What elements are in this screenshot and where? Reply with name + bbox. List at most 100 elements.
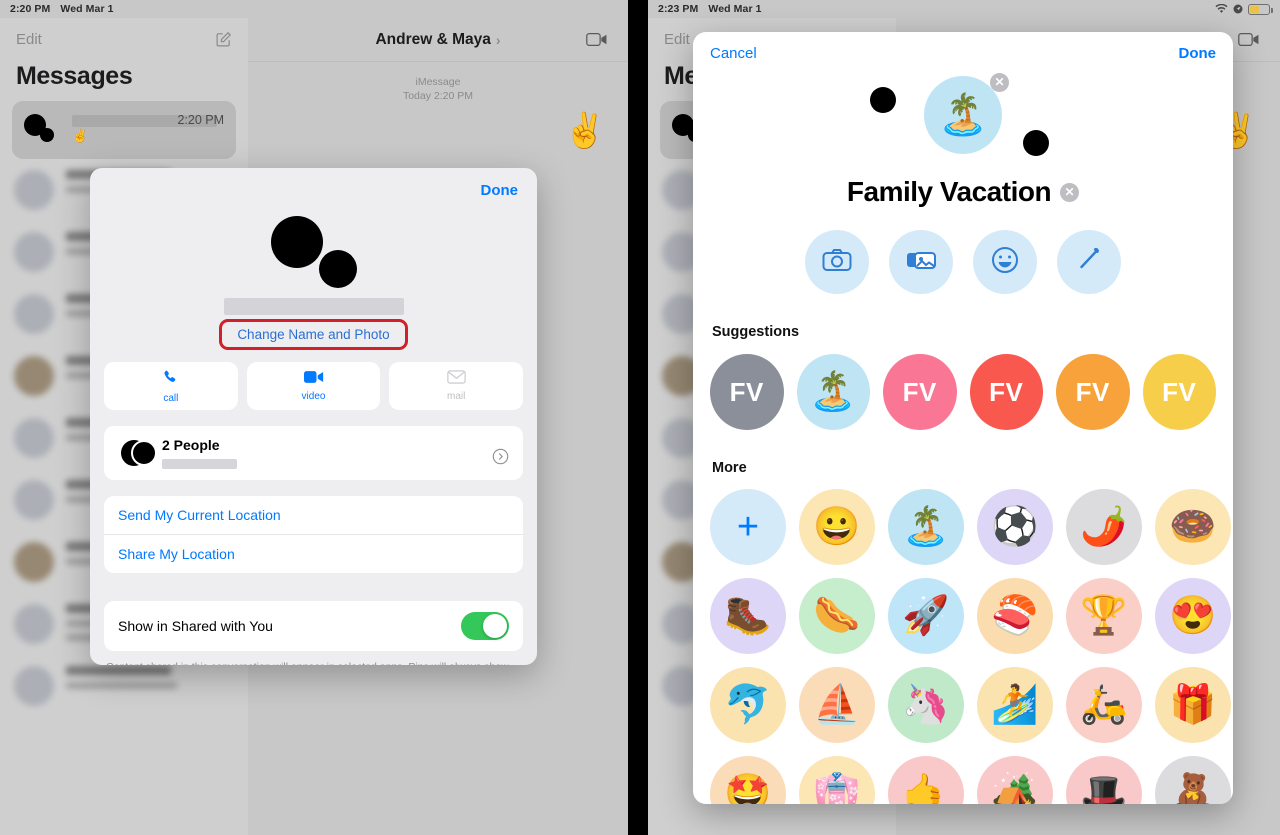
suggestion-2[interactable]: FV	[883, 354, 957, 430]
member-avatar-left	[870, 87, 896, 113]
group-photo-area: 🏝️ ✕	[693, 73, 1233, 166]
battery-icon	[1248, 3, 1273, 15]
group-photo[interactable]: 🏝️	[924, 76, 1002, 154]
shared-with-you-label: Show in Shared with You	[118, 618, 273, 634]
suggestion-5[interactable]: FV	[1142, 354, 1216, 430]
desert-island-emoji[interactable]: 🏝️	[888, 489, 964, 565]
facetime-icon[interactable]	[586, 32, 608, 47]
sushi-emoji[interactable]: 🍣	[977, 578, 1053, 654]
soccer-ball-emoji[interactable]: ⚽	[977, 489, 1053, 565]
ipad-screenshot-left: 2:20 PM Wed Mar 1 Edit Messages ✌️ 2:20 …	[0, 0, 628, 835]
status-date: Wed Mar 1	[60, 3, 114, 15]
group-details-sheet: Done Change Name and Photo call video ma…	[90, 168, 537, 665]
emoji-button[interactable]	[973, 230, 1037, 294]
video-icon	[303, 370, 324, 389]
preview-emoji: ✌️	[72, 128, 89, 143]
suggestion-0[interactable]: FV	[710, 354, 784, 430]
suggestion-1[interactable]: 🏝️	[796, 354, 870, 430]
page-title: Messages	[16, 62, 133, 90]
share-my-location-row[interactable]: Share My Location	[104, 534, 523, 573]
emoji-icon	[991, 246, 1019, 279]
footnote-text: Content shared in this conversation will…	[106, 661, 511, 665]
pencil-icon	[1075, 246, 1103, 279]
phone-icon	[162, 369, 179, 391]
kimono-emoji[interactable]: 👘	[799, 756, 875, 804]
envelope-icon	[446, 370, 466, 389]
camping-emoji[interactable]: 🏕️	[977, 756, 1053, 804]
camera-button[interactable]	[805, 230, 869, 294]
shared-with-you-row[interactable]: Show in Shared with You	[104, 601, 523, 651]
gift-emoji[interactable]: 🎁	[1155, 667, 1231, 743]
unicorn-emoji[interactable]: 🦄	[888, 667, 964, 743]
edit-button[interactable]: Edit	[664, 31, 690, 48]
hot-dog-emoji[interactable]: 🌭	[799, 578, 875, 654]
star-struck-emoji[interactable]: 🤩	[710, 756, 786, 804]
heart-eyes-emoji[interactable]: 😍	[1155, 578, 1231, 654]
clear-x-icon[interactable]: ✕	[1060, 182, 1080, 202]
chevron-right-circle-icon[interactable]	[492, 448, 509, 465]
surfer-emoji[interactable]: 🏄	[977, 667, 1053, 743]
imessage-label: iMessage	[415, 76, 461, 88]
people-count: 2 People	[162, 437, 220, 453]
facetime-icon[interactable]	[1238, 32, 1260, 47]
conversation-title-button[interactable]: Andrew & Maya ›	[375, 31, 500, 49]
people-row[interactable]: 2 People	[104, 426, 523, 480]
shared-with-you-toggle[interactable]	[461, 612, 509, 640]
ipad-background-right: 2:23 PM Wed Mar 1 Edit ✌️ Cancel Done 🏝️…	[648, 0, 1280, 835]
grinning-face-emoji[interactable]: 😀	[799, 489, 875, 565]
compose-icon[interactable]	[215, 31, 232, 48]
done-button[interactable]: Done	[481, 182, 519, 199]
status-time: 2:20 PM	[10, 3, 51, 15]
teddy-bear-emoji[interactable]: 🧸	[1155, 756, 1231, 804]
status-bar-left: 2:20 PM Wed Mar 1	[0, 0, 628, 18]
sailboat-emoji[interactable]: ⛵	[799, 667, 875, 743]
add-emoji-button[interactable]: +	[710, 489, 786, 565]
sidebar-nav: Edit	[0, 18, 248, 60]
wifi-icon	[1215, 3, 1228, 14]
status-date: Wed Mar 1	[708, 3, 762, 15]
remove-x-icon[interactable]: ✕	[990, 73, 1009, 92]
dolphin-emoji[interactable]: 🐬	[710, 667, 786, 743]
ipad-background-left: 2:20 PM Wed Mar 1 Edit Messages ✌️ 2:20 …	[0, 0, 628, 835]
change-name-and-photo-button[interactable]: Change Name and Photo	[219, 319, 408, 350]
group-name-input[interactable]: Family Vacation	[847, 176, 1052, 208]
editor-header: Cancel Done	[693, 32, 1233, 74]
call-button[interactable]: call	[104, 362, 238, 410]
hot-pepper-emoji[interactable]: 🌶️	[1066, 489, 1142, 565]
people-card: 2 People	[104, 426, 523, 480]
doughnut-emoji[interactable]: 🍩	[1155, 489, 1231, 565]
chevron-right-icon: ›	[495, 31, 501, 48]
call-me-hand-emoji[interactable]: 🤙	[888, 756, 964, 804]
location-card: Send My Current Location Share My Locati…	[104, 496, 523, 573]
suggestions-title: Suggestions	[712, 324, 800, 340]
suggestion-4[interactable]: FV	[1056, 354, 1130, 430]
top-hat-emoji[interactable]: 🎩	[1066, 756, 1142, 804]
photos-button[interactable]	[889, 230, 953, 294]
group-avatar[interactable]	[90, 212, 537, 290]
trophy-emoji[interactable]: 🏆	[1066, 578, 1142, 654]
edit-button[interactable]: Edit	[16, 31, 42, 48]
group-name-row: Family Vacation ✕	[693, 176, 1233, 208]
cancel-button[interactable]: Cancel	[710, 45, 757, 62]
photo-tools	[693, 230, 1233, 294]
emoji-grid: + 😀 🏝️ ⚽ 🌶️ 🍩 🥾 🌭 🚀 🍣 🏆 😍 🐬 ⛵ 🦄 🏄 🛵 🎁 🤩 👘 🤙 🏕️ 🎩 🧸	[693, 476, 1233, 804]
hiking-boot-emoji[interactable]: 🥾	[710, 578, 786, 654]
status-bar-right: 2:23 PM Wed Mar 1	[648, 0, 1280, 18]
quick-actions: call video mail	[90, 350, 537, 410]
call-label: call	[163, 392, 179, 404]
video-label: video	[301, 391, 326, 402]
send-current-location-row[interactable]: Send My Current Location	[104, 496, 523, 534]
rocket-emoji[interactable]: 🚀	[888, 578, 964, 654]
name-and-photo-editor-sheet: Cancel Done 🏝️ ✕ Family Vacation ✕ Sugge…	[693, 32, 1233, 804]
video-button[interactable]: video	[246, 362, 381, 410]
list-item[interactable]: ✌️ 2:20 PM	[12, 101, 236, 159]
pencil-button[interactable]	[1057, 230, 1121, 294]
mail-button: mail	[389, 362, 524, 410]
suggestion-3[interactable]: FV	[969, 354, 1043, 430]
scooter-emoji[interactable]: 🛵	[1066, 667, 1142, 743]
member-avatar-right	[1023, 130, 1049, 156]
done-button[interactable]: Done	[1179, 45, 1217, 62]
camera-icon	[822, 248, 852, 277]
shared-with-you-card: Show in Shared with You	[104, 601, 523, 651]
group-name-placeholder	[223, 298, 404, 315]
